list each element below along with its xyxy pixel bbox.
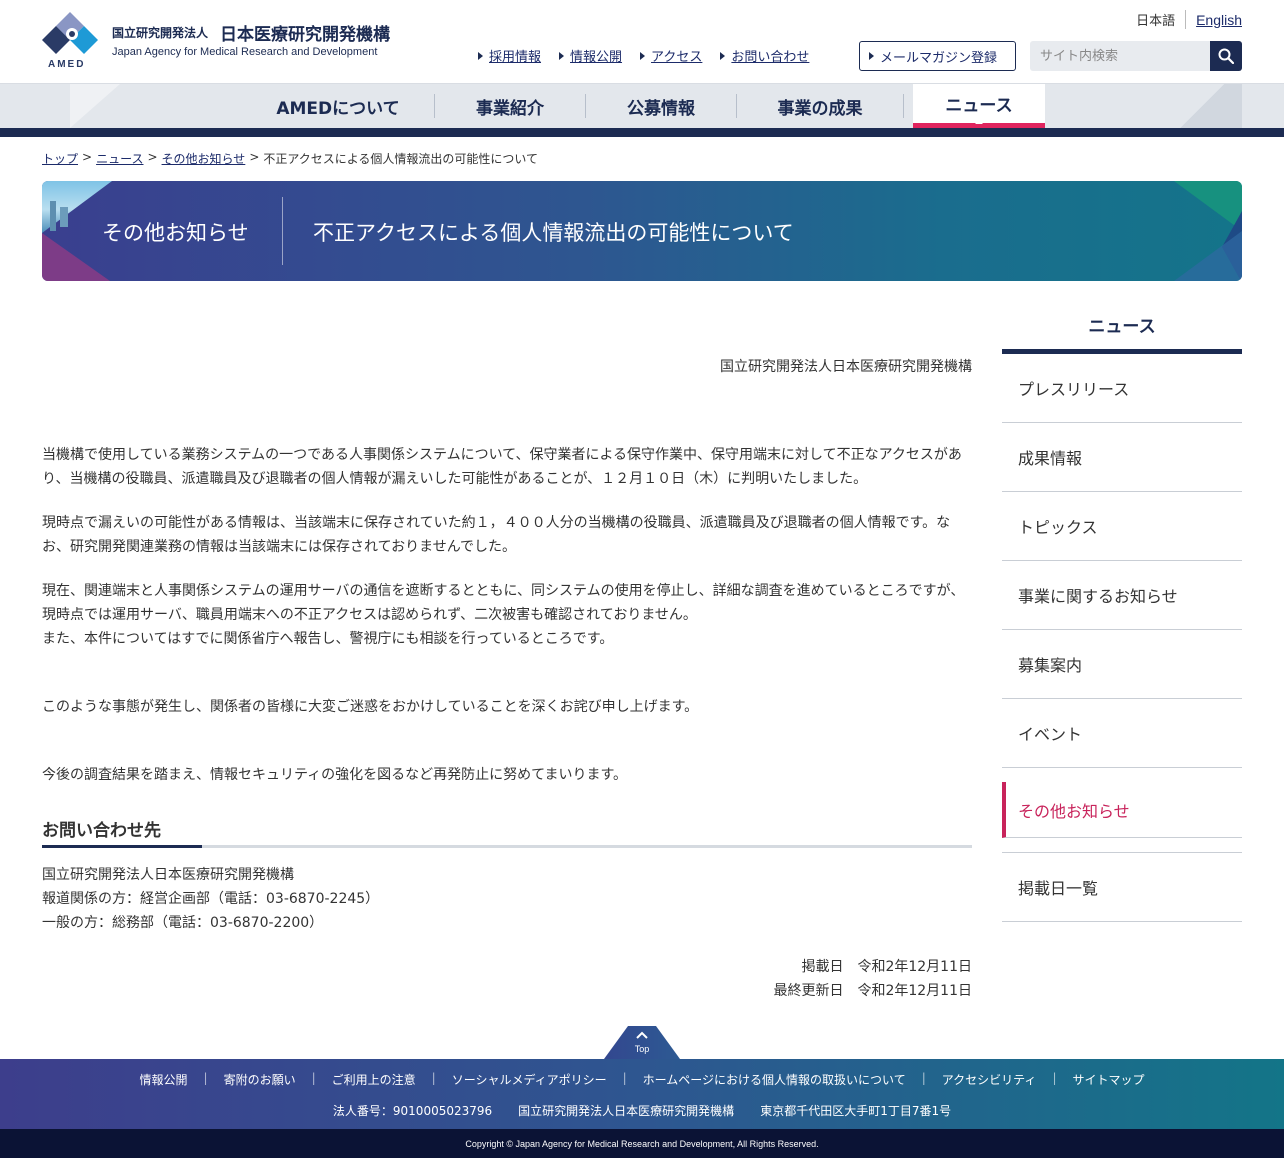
article-paragraph: 今後の調査結果を踏まえ、情報セキュリティの強化を図るなど再発防止に努めてまいりま… (42, 767, 628, 783)
article-paragraph: 当機構で使用している業務システムの一つである人事関係システムについて、保守業者に… (42, 447, 962, 487)
banner-building-shape (50, 201, 56, 231)
banner-divider (282, 197, 283, 265)
sidebar-item-other-notices[interactable]: その他お知らせ (1002, 782, 1242, 838)
util-link-contact[interactable]: お問い合わせ (720, 46, 809, 65)
breadcrumb-separator: > (82, 150, 93, 164)
footer-address: 東京都千代田区大手町1丁目7番1号 (760, 1104, 952, 1118)
search-button[interactable] (1210, 41, 1242, 71)
util-link-access[interactable]: アクセス (640, 46, 702, 65)
search-icon (1218, 48, 1234, 64)
gnav-item-calls[interactable]: 公募情報 (586, 84, 736, 128)
sidebar-item-results[interactable]: 成果情報 (1002, 423, 1242, 492)
global-nav-items: AMEDについて 事業紹介 公募情報 事業の成果 ニュース (242, 84, 1045, 128)
contact-line: 一般の方：総務部（電話：03-6870-2200） (42, 915, 324, 931)
article-paragraph: また、本件についてはすでに関係省庁へ報告し、警視庁にも相談を行っているところです… (42, 631, 614, 647)
sidebar-item-project-notices[interactable]: 事業に関するお知らせ (1002, 561, 1242, 630)
breadcrumb-current: 不正アクセスによる個人情報流出の可能性について (263, 152, 539, 166)
util-link-label: アクセス (651, 50, 703, 65)
sidebar-item-recruitment[interactable]: 募集案内 (1002, 630, 1242, 699)
lang-english-link[interactable]: English (1196, 12, 1242, 28)
gnav-separator (903, 94, 904, 118)
posted-date: 掲載日 令和2年12月11日 (801, 959, 972, 975)
mail-magazine-button[interactable]: メールマガジン登録 (859, 41, 1016, 71)
article-paragraph: 現時点で漏えいの可能性がある情報は、当該端末に保存されていた約１，４００人分の当… (42, 515, 951, 555)
triangle-right-icon (640, 51, 646, 60)
logo-org-name-en: Japan Agency for Medical Research and De… (112, 46, 378, 58)
article-org: 国立研究開発法人日本医療研究開発機構 (720, 359, 972, 375)
article-body: 当機構で使用している業務システムの一つである人事関係システムについて、保守業者に… (42, 443, 972, 807)
triangle-right-icon (869, 52, 874, 60)
amed-logo[interactable]: AMED 国立研究開発法人 日本医療研究開発機構 Japan Agency fo… (42, 12, 402, 72)
page-top-label: Top (634, 1044, 650, 1054)
footer-info: 法人番号：9010005023796 国立研究開発法人日本医療研究開発機構 東京… (0, 1102, 1284, 1119)
footer-corp-number: 法人番号：9010005023796 (332, 1104, 493, 1118)
breadcrumb: トップ > ニュース > その他お知らせ > 不正アクセスによる個人情報流出の可… (42, 150, 538, 167)
article-paragraph: このような事態が発生し、関係者の皆様に大変ご迷惑をおかけしていることを深くお詫び… (42, 699, 699, 715)
breadcrumb-link-top[interactable]: トップ (42, 150, 78, 167)
gnav-item-about[interactable]: AMEDについて (242, 84, 434, 128)
language-switcher: 日本語 English (1136, 10, 1242, 29)
footer-links: 情報公開 | 寄附のお願い | ご利用上の注意 | ソーシャルメディアポリシー | ホー… (0, 1071, 1284, 1088)
footer-link-disclosure[interactable]: 情報公開 (124, 1071, 204, 1088)
chevron-up-icon (636, 1031, 648, 1039)
global-nav: AMEDについて 事業紹介 公募情報 事業の成果 ニュース (0, 84, 1284, 137)
gnav-item-results[interactable]: 事業の成果 (737, 84, 903, 128)
util-link-label: 情報公開 (570, 50, 623, 65)
gnav-item-projects[interactable]: 事業紹介 (435, 84, 585, 128)
util-link-recruit[interactable]: 採用情報 (478, 46, 541, 65)
banner-building-shape (60, 207, 68, 227)
article-paragraph: 現在、関連端末と人事関係システムの運用サーバの通信を遮断するとともに、同システム… (42, 583, 965, 623)
copyright: Copyright © Japan Agency for Medical Res… (0, 1129, 1284, 1158)
site-footer: 情報公開 | 寄附のお願い | ご利用上の注意 | ソーシャルメディアポリシー | ホー… (0, 1059, 1284, 1129)
triangle-right-icon (559, 51, 565, 60)
footer-link-social-policy[interactable]: ソーシャルメディアポリシー (436, 1071, 623, 1088)
util-link-label: お問い合わせ (731, 50, 810, 65)
mail-magazine-label: メールマガジン登録 (880, 50, 998, 66)
breadcrumb-link-news[interactable]: ニュース (96, 150, 143, 167)
banner-decoration (1174, 231, 1242, 281)
triangle-right-icon (720, 51, 726, 60)
contact-info: 国立研究開発法人日本医療研究開発機構 報道関係の方：経営企画部（電話：03-68… (42, 863, 379, 935)
footer-link-sitemap[interactable]: サイトマップ (1056, 1071, 1160, 1088)
breadcrumb-separator: > (249, 150, 260, 164)
contact-line: 国立研究開発法人日本医療研究開発機構 (42, 867, 294, 883)
banner-decoration (42, 233, 110, 281)
sidebar-item-press-release[interactable]: プレスリリース (1002, 354, 1242, 423)
footer-org: 国立研究開発法人日本医療研究開発機構 (518, 1104, 735, 1118)
util-link-label: 採用情報 (489, 50, 542, 65)
article-dates: 掲載日 令和2年12月11日 最終更新日 令和2年12月11日 (773, 955, 972, 1003)
site-header: AMED 国立研究開発法人 日本医療研究開発機構 Japan Agency fo… (0, 0, 1284, 84)
page-top-button[interactable]: Top (604, 1024, 680, 1059)
banner-category: その他お知らせ (102, 221, 249, 245)
gnav-item-news[interactable]: ニュース (913, 84, 1045, 128)
utility-nav: 採用情報 情報公開 アクセス お問い合わせ (478, 46, 827, 65)
search-input[interactable] (1030, 41, 1210, 71)
sidebar-item-topics[interactable]: トピックス (1002, 492, 1242, 561)
footer-link-terms[interactable]: ご利用上の注意 (316, 1071, 432, 1088)
contact-line: 報道関係の方：経営企画部（電話：03-6870-2245） (42, 891, 380, 907)
triangle-right-icon (478, 51, 483, 60)
logo-org-name: 日本医療研究開発機構 (220, 25, 390, 45)
breadcrumb-separator: > (147, 150, 158, 164)
page-title: 不正アクセスによる個人情報流出の可能性について (313, 221, 794, 245)
sidebar-item-by-date[interactable]: 掲載日一覧 (1002, 852, 1242, 922)
logo-org-prefix: 国立研究開発法人 (112, 26, 209, 40)
amed-logo-mark-icon (42, 12, 98, 54)
footer-link-donation[interactable]: 寄附のお願い (208, 1071, 312, 1088)
sidebar-nav: ニュース プレスリリース 成果情報 トピックス 事業に関するお知らせ 募集案内 … (1002, 300, 1242, 922)
lang-japanese[interactable]: 日本語 (1136, 10, 1187, 29)
util-link-disclosure[interactable]: 情報公開 (559, 46, 622, 65)
breadcrumb-link-other[interactable]: その他お知らせ (162, 150, 246, 167)
nav-decoration-right (1162, 84, 1242, 128)
sidebar-heading: ニュース (1002, 300, 1242, 354)
logo-amed-text: AMED (48, 59, 86, 70)
footer-link-privacy[interactable]: ホームページにおける個人情報の取扱いについて (627, 1071, 922, 1088)
page-title-banner: その他お知らせ 不正アクセスによる個人情報流出の可能性について (42, 181, 1242, 281)
nav-decoration-left (70, 84, 120, 128)
updated-date: 最終更新日 令和2年12月11日 (773, 983, 972, 999)
sidebar-item-events[interactable]: イベント (1002, 699, 1242, 768)
footer-link-accessibility[interactable]: アクセシビリティ (926, 1071, 1053, 1088)
site-search (1030, 41, 1242, 71)
contact-heading: お問い合わせ先 (42, 816, 972, 848)
